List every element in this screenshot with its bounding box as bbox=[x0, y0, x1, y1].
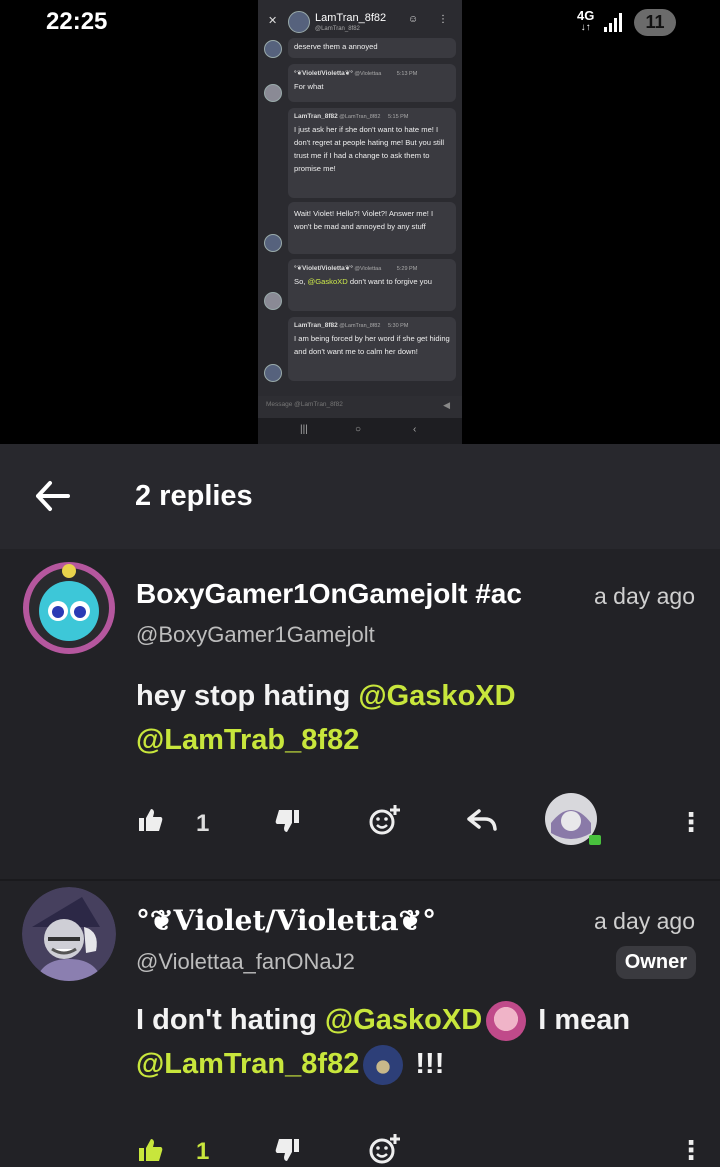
message-author: °❦Violet/Violetta❦° bbox=[294, 70, 353, 77]
thumbs-up-icon[interactable] bbox=[138, 807, 164, 833]
message-text: I just ask her if she don't want to hate… bbox=[294, 125, 445, 173]
mention-link[interactable]: @LamTran_8f82 bbox=[136, 1048, 359, 1080]
mention-avatar bbox=[363, 1045, 404, 1086]
message-avatar bbox=[264, 364, 282, 382]
input-placeholder: Message @LamTran_8f82 bbox=[266, 401, 343, 408]
message-handle: @LamTran_8f82 bbox=[339, 114, 381, 120]
message-author: LamTran_8f82 bbox=[294, 113, 338, 120]
chat-avatar bbox=[288, 11, 310, 33]
more-options-icon[interactable]: ⋮ bbox=[678, 1135, 704, 1166]
add-emoji-icon: ☺ bbox=[408, 14, 419, 25]
more-options-icon[interactable]: ⋮ bbox=[678, 807, 704, 838]
thumbs-down-icon[interactable] bbox=[274, 1137, 300, 1163]
message-avatar bbox=[264, 84, 282, 102]
signal-icon bbox=[604, 12, 626, 32]
comment-body: hey stop hating @GaskoXD @LamTrab_8f82 bbox=[136, 674, 696, 762]
close-icon: ✕ bbox=[268, 15, 278, 27]
comment-author[interactable]: °❦Violet/Violetta❦° bbox=[136, 904, 436, 937]
send-icon: ◀ bbox=[443, 400, 450, 410]
comment-body: I don't hating @GaskoXD I mean @LamTran_… bbox=[136, 998, 696, 1086]
message-author: LamTran_8f82 bbox=[294, 322, 338, 329]
back-button[interactable] bbox=[30, 478, 74, 514]
comment-time: a day ago bbox=[593, 583, 695, 609]
comment-item: °❦Violet/Violetta❦° a day ago @Violettaa… bbox=[0, 881, 720, 1167]
thumbs-up-icon[interactable] bbox=[138, 1137, 164, 1163]
replies-panel: 2 replies BoxyGamer1OnGamejolt #ac a day… bbox=[0, 444, 720, 1167]
network-type: 4G bbox=[577, 8, 595, 23]
message-time: 5:29 PM bbox=[396, 266, 418, 272]
chat-message: deserve them a annoyed bbox=[288, 38, 456, 58]
message-avatar bbox=[264, 40, 282, 58]
comment-time: a day ago bbox=[593, 908, 695, 934]
embedded-chat-screenshot: ✕ LamTran_8f82 @LamTran_8f82 ☺ ⋮ deserve… bbox=[258, 0, 462, 444]
comment-author[interactable]: BoxyGamer1OnGamejolt #ac bbox=[136, 578, 544, 610]
mention-link[interactable]: @GaskoXD bbox=[325, 1004, 482, 1036]
thumbs-down-icon[interactable] bbox=[274, 808, 300, 834]
message-text: Wait! Violet! Hello?! Violet?! Answer me… bbox=[294, 209, 434, 231]
owner-badge: Owner bbox=[615, 946, 696, 979]
mention-avatar bbox=[486, 1001, 527, 1042]
data-arrows-icon: ↓↑ bbox=[580, 22, 591, 33]
back-nav-icon: ‹ bbox=[413, 424, 417, 435]
chat-message: Wait! Violet! Hello?! Violet?! Answer me… bbox=[288, 202, 456, 254]
comment-item: BoxyGamer1OnGamejolt #ac a day ago @Boxy… bbox=[0, 549, 720, 879]
battery-indicator: 11 bbox=[634, 9, 676, 36]
chat-name: LamTran_8f82 bbox=[315, 12, 387, 24]
chat-message: LamTran_8f82 @LamTran_8f82 5:30 PM I am … bbox=[288, 317, 456, 381]
page-title: 2 replies bbox=[135, 480, 253, 512]
message-handle: @Violettaa bbox=[354, 71, 382, 77]
message-text: So, @GaskoXD don't want to forgive you bbox=[294, 275, 450, 288]
android-nav-bar: ||| ○ ‹ bbox=[258, 418, 462, 444]
chat-message: LamTran_8f82 @LamTran_8f82 5:15 PM I jus… bbox=[288, 108, 456, 198]
arrow-left-icon bbox=[36, 481, 70, 511]
comment-text: I mean bbox=[530, 1004, 631, 1036]
like-count: 1 bbox=[196, 810, 210, 837]
avatar[interactable] bbox=[22, 887, 116, 981]
add-reaction-icon[interactable] bbox=[368, 1133, 402, 1165]
message-mention: @GaskoXD bbox=[307, 277, 348, 286]
status-time: 22:25 bbox=[46, 8, 108, 35]
network-indicator: 4G ↓↑ bbox=[577, 8, 595, 34]
message-avatar bbox=[264, 292, 282, 310]
replies-header: 2 replies bbox=[0, 444, 720, 549]
message-time: 5:15 PM bbox=[387, 114, 409, 120]
avatar[interactable] bbox=[22, 561, 116, 655]
like-count: 1 bbox=[196, 1138, 210, 1165]
home-icon: ○ bbox=[355, 424, 362, 435]
chat-message: °❦Violet/Violetta❦° @Violettaa 5:29 PM S… bbox=[288, 259, 456, 311]
comment-handle[interactable]: @Violettaa_fanONaJ2 bbox=[136, 949, 355, 975]
comment-text: !!! bbox=[407, 1048, 445, 1080]
comment-text: hey stop hating bbox=[136, 680, 359, 712]
chat-handle: @LamTran_8f82 bbox=[315, 26, 360, 32]
message-text: I am being forced by her word if she get… bbox=[294, 334, 450, 356]
message-author: °❦Violet/Violetta❦° bbox=[294, 265, 353, 272]
message-handle: @Violettaa bbox=[354, 266, 382, 272]
comment-handle[interactable]: @BoxyGamer1Gamejolt bbox=[136, 622, 375, 648]
more-icon: ⋮ bbox=[438, 14, 448, 25]
mention-link[interactable]: @LamTrab_8f82 bbox=[136, 724, 359, 756]
message-avatar bbox=[264, 234, 282, 252]
message-text: deserve them a annoyed bbox=[294, 42, 378, 51]
message-text-part: don't want to forgive you bbox=[347, 277, 432, 286]
recents-icon: ||| bbox=[300, 424, 308, 435]
mention-link[interactable]: @GaskoXD bbox=[358, 680, 515, 712]
message-time: 5:13 PM bbox=[396, 71, 418, 77]
reply-user-avatar[interactable] bbox=[545, 793, 601, 849]
message-input: Message @LamTran_8f82 ◀ bbox=[258, 396, 462, 418]
message-text-part: So, bbox=[294, 277, 308, 286]
add-reaction-icon[interactable] bbox=[368, 804, 402, 836]
chat-header: ✕ LamTran_8f82 @LamTran_8f82 ☺ ⋮ bbox=[258, 0, 462, 40]
message-text: For what bbox=[294, 82, 324, 91]
reply-icon[interactable] bbox=[467, 809, 497, 831]
message-time: 5:30 PM bbox=[387, 323, 409, 329]
chat-message: °❦Violet/Violetta❦° @Violettaa 5:13 PM F… bbox=[288, 64, 456, 102]
comment-text: I don't hating bbox=[136, 1004, 325, 1036]
message-handle: @LamTran_8f82 bbox=[339, 323, 381, 329]
